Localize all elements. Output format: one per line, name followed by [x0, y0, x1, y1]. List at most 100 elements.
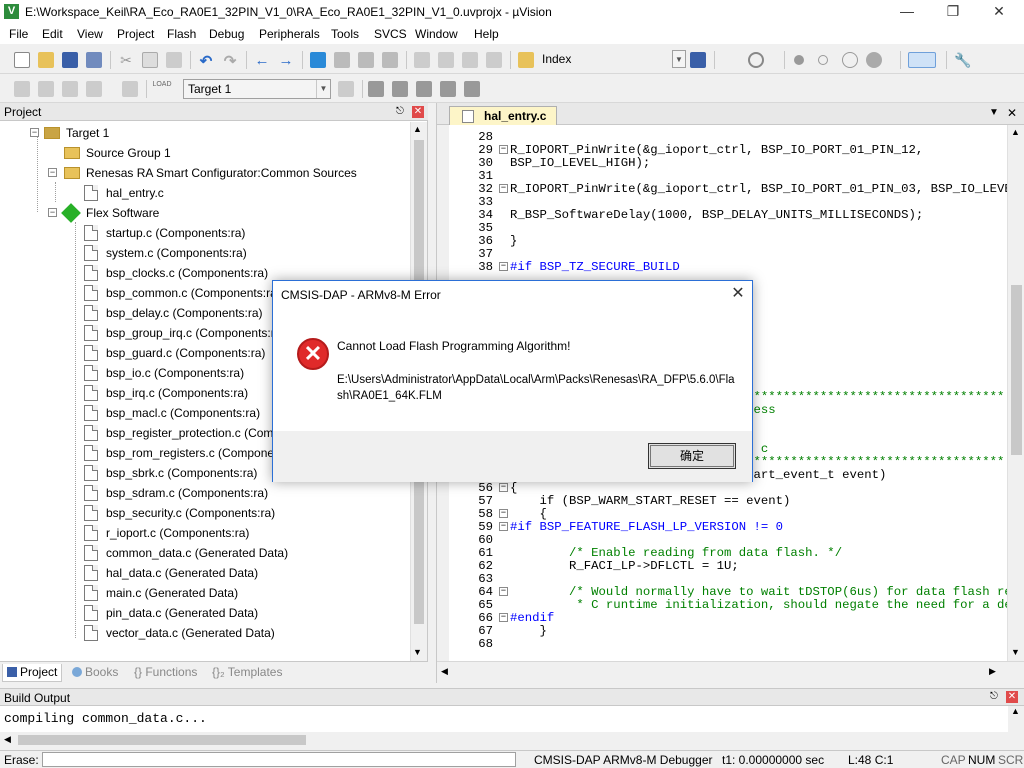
- undo-icon[interactable]: ↶: [198, 52, 214, 70]
- download-icon[interactable]: [690, 52, 706, 68]
- tab-hal-entry[interactable]: hal_entry.c: [449, 106, 558, 125]
- editor-hscrollbar[interactable]: ◀ ▶: [437, 661, 1024, 683]
- close-icon[interactable]: ✕: [412, 106, 424, 118]
- build-output[interactable]: compiling common_data.c... ◀ ▲: [0, 706, 1024, 748]
- pin-icon[interactable]: ⎋: [394, 106, 406, 118]
- uncomment-icon[interactable]: [486, 52, 502, 68]
- kill-breakpoints-icon[interactable]: [866, 52, 882, 68]
- tab-functions[interactable]: {} Functions: [130, 664, 201, 682]
- find-combo[interactable]: Index ▼: [538, 50, 686, 70]
- build-icon[interactable]: [38, 81, 54, 97]
- menu-edit[interactable]: Edit: [42, 27, 63, 41]
- prev-bookmark-icon[interactable]: [334, 52, 350, 68]
- next-bookmark-icon[interactable]: [358, 52, 374, 68]
- scroll-down-icon[interactable]: ▼: [1011, 647, 1020, 657]
- chevron-down-icon[interactable]: ▼: [672, 50, 686, 68]
- menu-help[interactable]: Help: [474, 27, 499, 41]
- scroll-down-icon[interactable]: ▼: [413, 647, 422, 657]
- navigate-back-icon[interactable]: ←: [254, 52, 270, 69]
- chevron-down-icon[interactable]: ▼: [316, 80, 330, 98]
- open-folder-icon[interactable]: [38, 52, 54, 68]
- load-icon[interactable]: LOAD: [152, 81, 172, 97]
- fold-toggle-icon[interactable]: −: [499, 613, 508, 622]
- configure-icon[interactable]: 🔧: [954, 52, 971, 68]
- rebuild-icon[interactable]: [62, 81, 78, 97]
- copy-icon[interactable]: [142, 52, 158, 68]
- file-extensions-icon[interactable]: [368, 81, 384, 97]
- clear-bookmarks-icon[interactable]: [382, 52, 398, 68]
- close-tab-icon[interactable]: ✕: [1007, 106, 1017, 120]
- manage-runtime-icon[interactable]: [464, 81, 480, 97]
- fold-toggle-icon[interactable]: −: [499, 522, 508, 531]
- bookmark-icon[interactable]: [310, 52, 326, 68]
- scroll-right-icon[interactable]: ▶: [989, 666, 996, 677]
- stop-build-icon[interactable]: [122, 81, 138, 97]
- tab-templates[interactable]: {}₂ Templates: [208, 664, 286, 682]
- ok-button[interactable]: 确定: [648, 443, 736, 469]
- close-icon[interactable]: ✕: [1006, 691, 1018, 703]
- fold-toggle-icon[interactable]: −: [499, 587, 508, 596]
- target-combo[interactable]: Target 1 ▼: [183, 79, 331, 99]
- file-icon: [84, 625, 98, 641]
- tree-item-label: bsp_sdram.c (Components:ra): [106, 486, 269, 500]
- unindent-icon[interactable]: [438, 52, 454, 68]
- collapse-icon[interactable]: −: [48, 168, 57, 177]
- build-output-vscrollbar[interactable]: ▲: [1008, 706, 1024, 732]
- navigate-forward-icon[interactable]: →: [278, 52, 294, 69]
- indent-icon[interactable]: [414, 52, 430, 68]
- menu-flash[interactable]: Flash: [167, 27, 196, 41]
- menu-svcs[interactable]: SVCS: [374, 27, 407, 41]
- breakpoint-disabled-icon[interactable]: [818, 55, 828, 65]
- find-in-files-icon[interactable]: [518, 52, 534, 68]
- window-layout-icon[interactable]: [908, 52, 936, 68]
- scroll-up-icon[interactable]: ▲: [413, 124, 422, 134]
- minimize-button[interactable]: —: [884, 0, 930, 24]
- new-file-icon[interactable]: [14, 52, 30, 68]
- save-all-icon[interactable]: [86, 52, 102, 68]
- fold-toggle-icon[interactable]: −: [499, 145, 508, 154]
- maximize-button[interactable]: ❐: [930, 0, 976, 24]
- comment-icon[interactable]: [462, 52, 478, 68]
- tab-project[interactable]: Project: [2, 664, 63, 682]
- batch-build-icon[interactable]: [86, 81, 102, 97]
- scrollbar-thumb[interactable]: [18, 735, 306, 745]
- pin-icon[interactable]: ⎋: [988, 691, 1000, 703]
- scroll-up-icon[interactable]: ▲: [1011, 706, 1020, 716]
- tab-list-icon[interactable]: ▼: [989, 107, 999, 118]
- pack-installer-icon[interactable]: [416, 81, 432, 97]
- save-icon[interactable]: [62, 52, 78, 68]
- menu-peripherals[interactable]: Peripherals: [259, 27, 320, 41]
- tree-item-label: bsp_macl.c (Components:ra): [106, 406, 261, 420]
- fold-toggle-icon[interactable]: −: [499, 509, 508, 518]
- menu-tools[interactable]: Tools: [331, 27, 359, 41]
- close-window-button[interactable]: ✕: [976, 0, 1022, 24]
- menu-debug[interactable]: Debug: [209, 27, 244, 41]
- cut-icon[interactable]: ✂: [118, 52, 134, 68]
- scroll-up-icon[interactable]: ▲: [1011, 127, 1020, 137]
- select-packs-icon[interactable]: [440, 81, 456, 97]
- paste-icon[interactable]: [166, 52, 182, 68]
- menu-project[interactable]: Project: [117, 27, 154, 41]
- collapse-icon[interactable]: −: [48, 208, 57, 217]
- collapse-icon[interactable]: −: [30, 128, 39, 137]
- menu-file[interactable]: File: [9, 27, 28, 41]
- dialog-close-button[interactable]: ✕: [728, 285, 748, 305]
- fold-toggle-icon[interactable]: −: [499, 184, 508, 193]
- manage-project-icon[interactable]: [392, 81, 408, 97]
- scroll-left-icon[interactable]: ◀: [441, 666, 448, 677]
- scrollbar-thumb[interactable]: [1011, 285, 1022, 455]
- disable-breakpoints-icon[interactable]: [842, 52, 858, 68]
- menu-view[interactable]: View: [77, 27, 103, 41]
- scroll-left-icon[interactable]: ◀: [4, 734, 11, 745]
- search-icon[interactable]: [748, 52, 764, 68]
- tab-books[interactable]: Books: [68, 664, 122, 682]
- options-for-target-icon[interactable]: [338, 81, 354, 97]
- translate-icon[interactable]: [14, 81, 30, 97]
- menu-window[interactable]: Window: [415, 27, 458, 41]
- build-output-hscrollbar[interactable]: ◀: [0, 732, 1024, 748]
- redo-icon[interactable]: ↷: [222, 52, 238, 70]
- breakpoint-icon[interactable]: [794, 55, 804, 65]
- fold-toggle-icon[interactable]: −: [499, 483, 508, 492]
- editor-vscrollbar[interactable]: ▲ ▼: [1007, 125, 1024, 661]
- fold-toggle-icon[interactable]: −: [499, 262, 508, 271]
